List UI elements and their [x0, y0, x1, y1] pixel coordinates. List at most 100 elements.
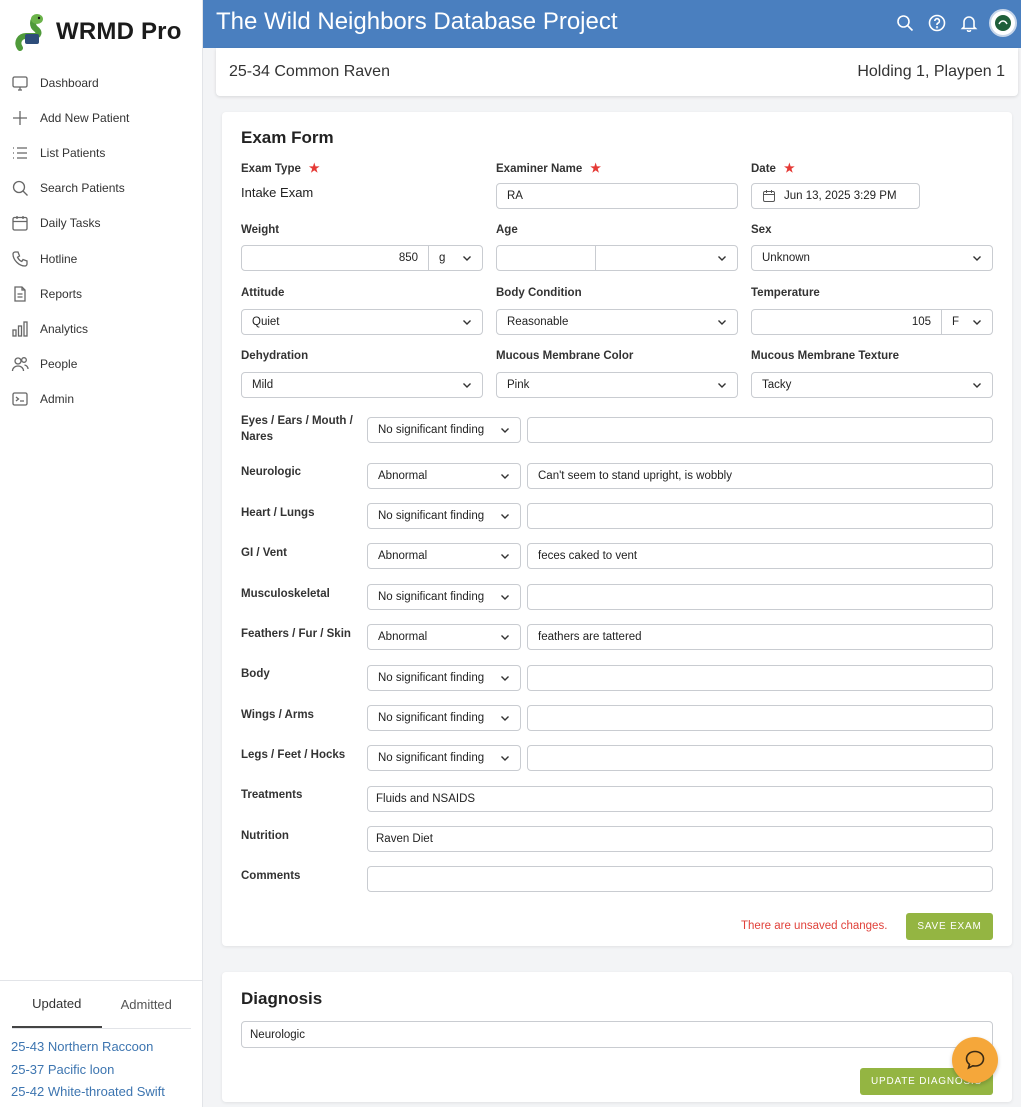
sex-select[interactable]: Unknown — [751, 245, 993, 271]
sidebar-item-label: Analytics — [40, 321, 89, 336]
weight-input[interactable]: 850 — [241, 245, 429, 271]
exam-form-card: Exam Form Exam Type ★ Intake Exam Examine… — [222, 112, 1012, 946]
sidebar-item-search-patients[interactable]: Search Patients — [0, 171, 202, 206]
system-note-field[interactable] — [527, 503, 993, 529]
chat-support-button[interactable] — [952, 1037, 998, 1083]
chevron-down-icon — [972, 253, 982, 263]
system-finding-select[interactable]: No significant finding — [367, 584, 521, 610]
chevron-down-icon — [500, 425, 510, 435]
temperature-unit-select[interactable]: F — [941, 309, 993, 335]
system-finding-value: No significant finding — [378, 672, 485, 684]
system-label: Musculoskeletal — [241, 588, 330, 600]
recent-tabs: Updated Admitted — [12, 981, 191, 1029]
system-label: GI / Vent — [241, 547, 288, 559]
chat-bubble-icon — [965, 1050, 985, 1070]
examiner-name-label: Examiner Name ★ — [496, 161, 602, 175]
system-finding-select[interactable]: No significant finding — [367, 503, 521, 529]
chevron-down-icon — [462, 380, 472, 390]
weight-label: Weight — [241, 224, 280, 236]
bell-icon[interactable] — [959, 13, 979, 33]
sidebar-item-list-patients[interactable]: List Patients — [0, 135, 202, 170]
system-finding-value: Abnormal — [378, 470, 428, 482]
system-finding-select[interactable]: No significant finding — [367, 417, 521, 443]
recent-patient-link[interactable]: 25-37 Pacific loon — [11, 1062, 203, 1085]
age-label: Age — [496, 224, 518, 236]
dehydration-select[interactable]: Mild — [241, 372, 483, 398]
system-finding-select[interactable]: Abnormal — [367, 463, 521, 489]
system-note-field[interactable]: feces caked to vent — [527, 543, 993, 569]
sidebar-item-dashboard[interactable]: Dashboard — [0, 65, 202, 100]
sex-value: Unknown — [762, 252, 810, 264]
mucous-membrane-texture-label: Mucous Membrane Texture — [751, 350, 900, 362]
sidebar-item-people[interactable]: People — [0, 347, 202, 382]
age-unit-select[interactable] — [595, 245, 738, 271]
sidebar-item-label: List Patients — [40, 145, 106, 160]
system-finding-select[interactable]: No significant finding — [367, 745, 521, 771]
system-finding-select[interactable]: No significant finding — [367, 705, 521, 731]
system-finding-select[interactable]: Abnormal — [367, 624, 521, 650]
system-note-field[interactable] — [527, 745, 993, 771]
system-note-field[interactable] — [527, 584, 993, 610]
sidebar-item-analytics[interactable]: Analytics — [0, 311, 202, 346]
sidebar-item-label: Hotline — [40, 251, 78, 266]
chevron-down-icon — [717, 380, 727, 390]
system-finding-select[interactable]: No significant finding — [367, 665, 521, 691]
recent-patient-link[interactable]: 25-43 Northern Raccoon — [11, 1039, 203, 1062]
sidebar-item-daily-tasks[interactable]: Daily Tasks — [0, 206, 202, 241]
chevron-down-icon — [462, 253, 472, 263]
save-exam-button[interactable]: SAVE EXAM — [906, 913, 993, 940]
patient-bar: 25-34 Common Raven Holding 1, Playpen 1 — [216, 48, 1018, 96]
search-icon[interactable] — [895, 13, 915, 33]
system-note-field[interactable] — [527, 665, 993, 691]
search-icon — [12, 181, 28, 197]
system-note-field[interactable]: feathers are tattered — [527, 624, 993, 650]
chevron-down-icon — [500, 753, 510, 763]
system-label: Wings / Arms — [241, 709, 314, 721]
sidebar-item-add-new-patient[interactable]: Add New Patient — [0, 100, 202, 135]
mucous-membrane-color-select[interactable]: Pink — [496, 372, 738, 398]
chevron-down-icon — [500, 632, 510, 642]
comments-field[interactable] — [367, 866, 993, 892]
brand-logo[interactable]: WRMD Pro — [14, 12, 182, 52]
date-label: Date ★ — [751, 161, 795, 175]
date-field[interactable]: Jun 13, 2025 3:29 PM — [751, 183, 920, 209]
nutrition-field[interactable]: Raven Diet — [367, 826, 993, 852]
nutrition-label: Nutrition — [241, 830, 289, 842]
weight-unit-select[interactable]: g — [428, 245, 483, 271]
mucous-membrane-texture-select[interactable]: Tacky — [751, 372, 993, 398]
recent-patient-link[interactable]: 25-42 White-throated Swift — [11, 1084, 203, 1107]
system-note-field[interactable] — [527, 705, 993, 731]
help-icon[interactable] — [927, 13, 947, 33]
dehydration-label: Dehydration — [241, 350, 309, 362]
treatments-field[interactable]: Fluids and NSAIDS — [367, 786, 993, 812]
diagnosis-field[interactable]: Neurologic — [241, 1021, 993, 1048]
attitude-value: Quiet — [252, 316, 280, 328]
sidebar-item-hotline[interactable]: Hotline — [0, 241, 202, 276]
avatar[interactable] — [989, 9, 1017, 37]
body-condition-select[interactable]: Reasonable — [496, 309, 738, 335]
system-finding-value: No significant finding — [378, 752, 485, 764]
header-icons — [883, 9, 1017, 37]
phone-icon — [12, 250, 28, 267]
sidebar-item-reports[interactable]: Reports — [0, 276, 202, 311]
sidebar-item-admin[interactable]: Admin — [0, 382, 202, 417]
attitude-select[interactable]: Quiet — [241, 309, 483, 335]
temperature-label: Temperature — [751, 287, 820, 299]
system-label: Feathers / Fur / Skin — [241, 628, 351, 640]
tab-admitted[interactable]: Admitted — [102, 981, 192, 1028]
sidebar: WRMD Pro Dashboard Add New Patient List … — [0, 0, 203, 1107]
system-note-field[interactable] — [527, 417, 993, 443]
chevron-down-icon — [717, 317, 727, 327]
system-note-field[interactable]: Can't seem to stand upright, is wobbly — [527, 463, 993, 489]
top-header: The Wild Neighbors Database Project — [203, 0, 1021, 48]
temperature-input[interactable]: 105 — [751, 309, 942, 335]
system-finding-select[interactable]: Abnormal — [367, 543, 521, 569]
chevron-down-icon — [500, 511, 510, 521]
tab-updated[interactable]: Updated — [12, 981, 102, 1028]
patient-name[interactable]: 25-34 Common Raven — [229, 63, 390, 81]
patient-location[interactable]: Holding 1, Playpen 1 — [857, 63, 1005, 81]
age-input[interactable] — [496, 245, 596, 271]
examiner-name-field[interactable]: RA — [496, 183, 738, 209]
brand-name: WRMD Pro — [56, 18, 182, 45]
unsaved-changes-text: There are unsaved changes. — [741, 920, 888, 932]
